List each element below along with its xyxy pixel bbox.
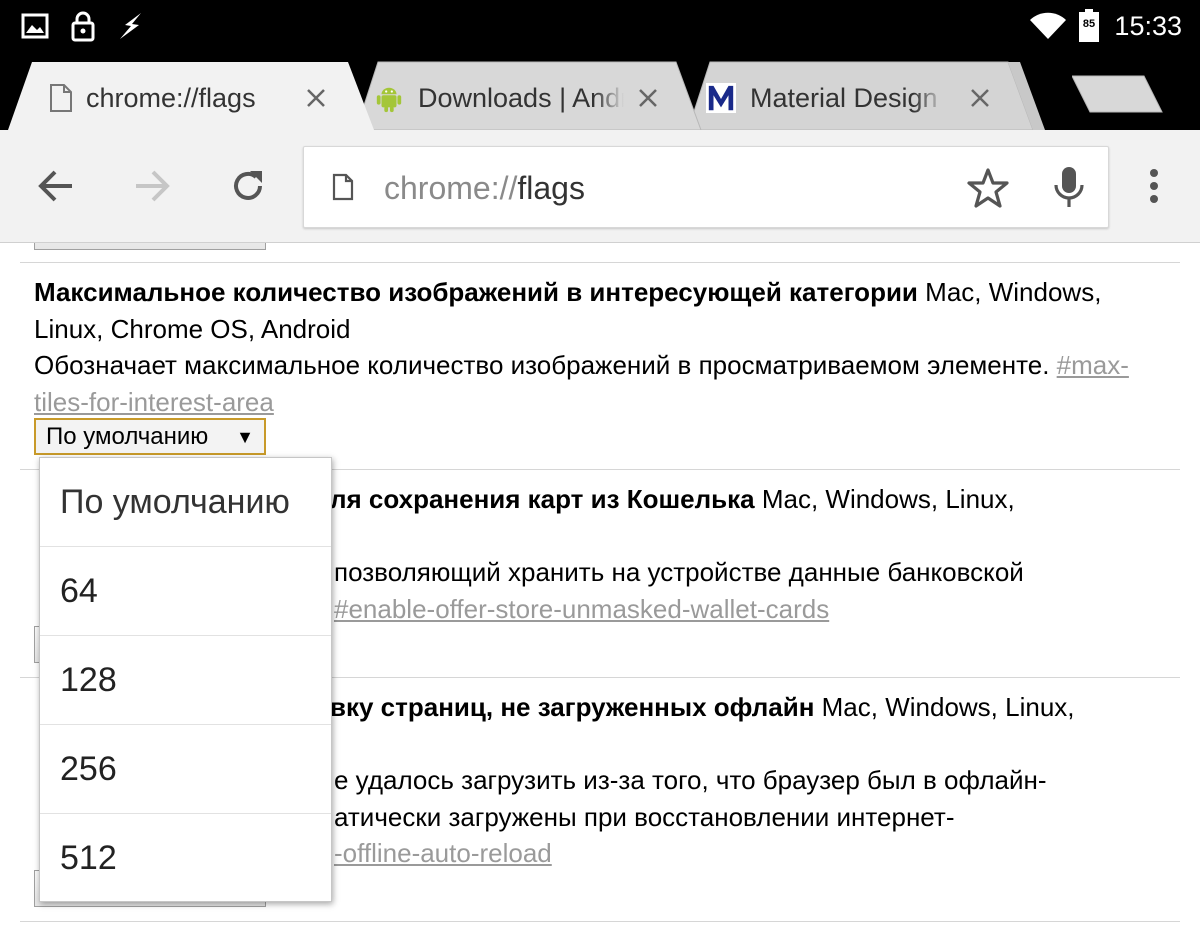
wifi-icon — [1028, 8, 1068, 44]
select-value: По умолчанию — [46, 423, 209, 450]
dropdown-option-label: 256 — [60, 750, 117, 788]
experiment-description: атически загружены при восстановлении ин… — [334, 801, 955, 832]
star-icon — [967, 168, 1009, 208]
page-icon — [332, 173, 354, 205]
forward-arrow-icon — [136, 170, 170, 202]
select-dropdown-popup: По умолчанию 64 128 256 512 — [39, 457, 332, 902]
reload-icon — [234, 171, 262, 200]
experiment-select-max-tiles[interactable]: По умолчанию ▼ — [34, 418, 266, 455]
experiment-description: е удалось загрузить из-за того, что брау… — [334, 765, 1047, 795]
tab-chrome-flags[interactable]: chrome://flags — [8, 60, 388, 130]
tab-close-button[interactable] — [962, 80, 998, 116]
dropdown-option[interactable]: 512 — [40, 814, 331, 903]
experiment-platforms: Mac, Windows, Linux, — [821, 692, 1075, 722]
url-host: flags — [517, 170, 585, 206]
dropdown-option[interactable]: 256 — [40, 725, 331, 814]
experiment-title: ля сохранения карт из Кошелька — [330, 484, 755, 514]
back-button[interactable] — [28, 158, 84, 214]
tab-downloads[interactable]: Downloads | Android — [356, 60, 716, 130]
dropdown-option-label: 64 — [60, 572, 98, 610]
experiment-description: позволяющий хранить на устройстве данные… — [334, 557, 1024, 587]
voice-search-button[interactable] — [1052, 165, 1086, 211]
reload-button[interactable] — [220, 158, 276, 214]
experiment-link[interactable]: -offline-auto-reload — [334, 838, 552, 868]
back-arrow-icon — [38, 170, 72, 202]
experiment-title: вку страниц, не загруженных офлайн — [330, 692, 815, 722]
battery-level: 85 — [1082, 18, 1096, 30]
bookmark-star-button[interactable] — [966, 167, 1010, 209]
url-text[interactable]: chrome://flags — [384, 147, 585, 229]
toolbar: chrome://flags — [0, 130, 1200, 243]
tab-title-fade — [914, 80, 944, 116]
dropdown-option[interactable]: 64 — [40, 547, 331, 636]
experiment-description: Обозначает максимальное количество изобр… — [34, 350, 1050, 380]
clock: 15:33 — [1114, 11, 1182, 41]
overflow-menu-button[interactable] — [1126, 158, 1182, 214]
experiment-max-tiles: Максимальное количество изображений в ин… — [34, 274, 1174, 420]
overflow-menu-icon — [1150, 169, 1158, 203]
tab-close-button[interactable] — [630, 80, 666, 116]
experiment-platforms: Mac, Windows, Linux, — [761, 484, 1015, 514]
dropdown-option-label: 128 — [60, 661, 117, 699]
tab-strip: Material Design Icons Downloads | Androi… — [0, 56, 1200, 130]
url-scheme: chrome:// — [384, 170, 518, 206]
image-notification-icon — [18, 8, 52, 44]
experiment-select-previous[interactable] — [34, 243, 266, 250]
experiment-title: Максимальное количество изображений в ин… — [34, 277, 918, 307]
omnibox[interactable]: chrome://flags — [303, 146, 1109, 228]
tab-title-fade — [594, 80, 624, 116]
battery-icon: 85 — [1076, 8, 1102, 44]
new-tab-button[interactable] — [1071, 74, 1164, 114]
dropdown-arrow-icon: ▼ — [236, 427, 254, 447]
tab-material-design[interactable]: Material Design Icons — [688, 60, 1048, 130]
experiment-link[interactable]: #enable-offer-store-unmasked-wallet-card… — [334, 594, 829, 624]
dropdown-option[interactable]: 128 — [40, 636, 331, 725]
experiment-separator — [20, 921, 1180, 922]
dropdown-option-label: 512 — [60, 839, 117, 877]
dropdown-option-label: По умолчанию — [60, 483, 290, 521]
tab-close-button[interactable] — [298, 80, 334, 116]
experiment-separator — [20, 262, 1180, 263]
status-bar: 85 15:33 — [0, 0, 1200, 56]
microphone-icon — [1054, 167, 1084, 207]
flash-notification-icon — [114, 8, 148, 44]
forward-button[interactable] — [124, 158, 180, 214]
tab-title: chrome://flags — [86, 83, 256, 113]
page-icon — [46, 82, 76, 114]
lock-notification-icon — [66, 8, 100, 44]
dropdown-option[interactable]: По умолчанию — [40, 458, 331, 547]
